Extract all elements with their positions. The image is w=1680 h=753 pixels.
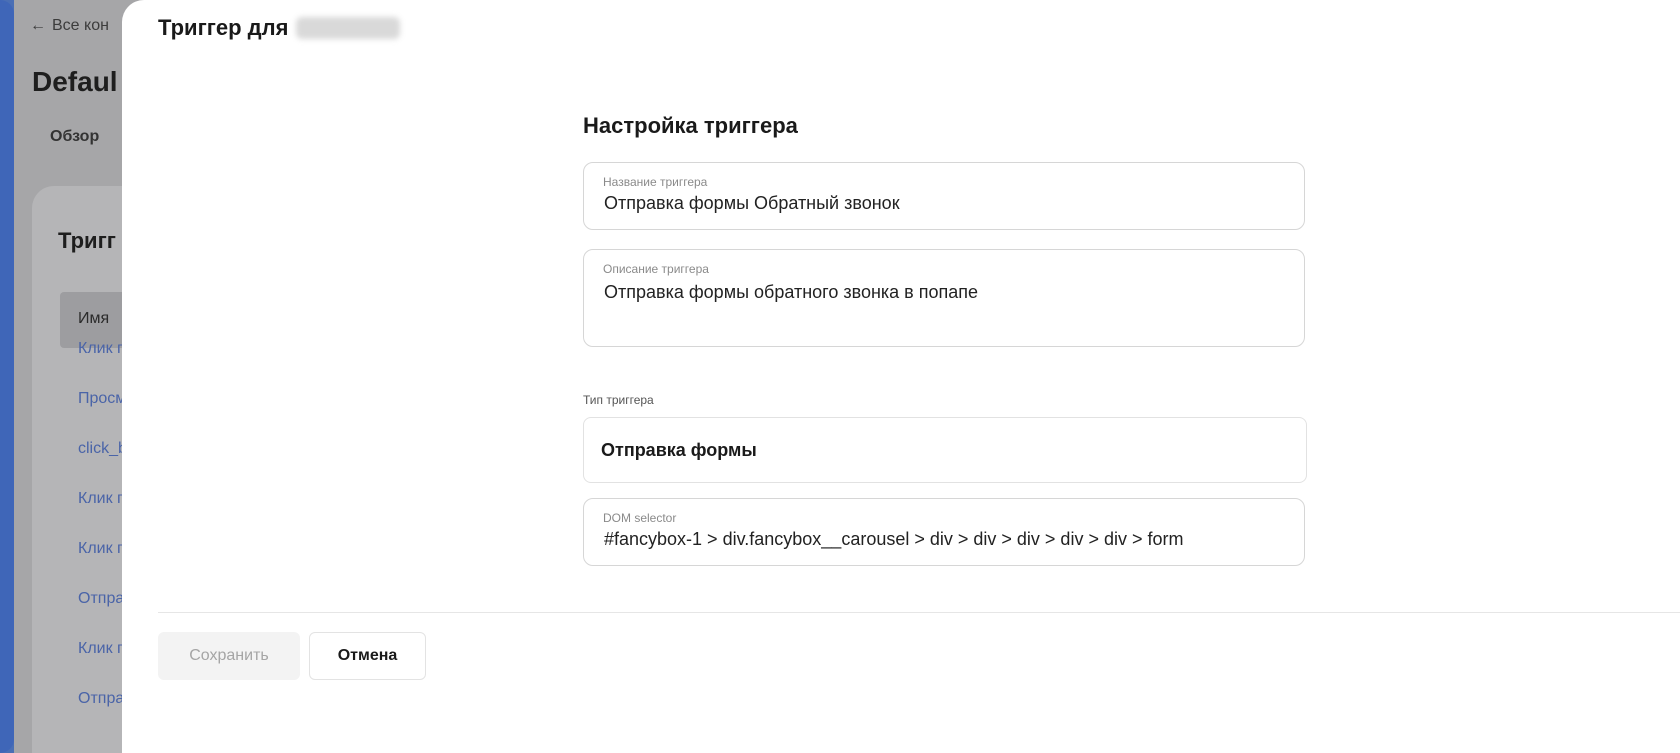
left-accent-strip — [0, 0, 14, 753]
table-row[interactable]: Отпра — [78, 590, 124, 608]
trigger-type-label: Тип триггера — [583, 393, 654, 407]
trigger-name-value[interactable]: Отправка формы Обратный звонок — [604, 193, 900, 214]
tab-overview[interactable]: Обзор — [50, 128, 99, 146]
trigger-name-label: Название триггера — [603, 175, 708, 189]
table-row[interactable]: click_b — [78, 440, 127, 458]
trigger-description-label: Описание триггера — [603, 262, 709, 276]
column-header-name: Имя — [78, 310, 110, 327]
triggers-card-title: Тригг — [58, 228, 116, 253]
table-row[interactable]: Клик п — [78, 640, 126, 658]
table-row[interactable]: Клик п — [78, 540, 126, 558]
back-arrow-icon: ← — [30, 17, 46, 34]
table-row[interactable]: Просм — [78, 390, 126, 408]
cancel-button[interactable]: Отмена — [309, 632, 426, 680]
back-link-label: Все кон — [52, 17, 109, 34]
dom-selector-value[interactable]: #fancybox-1 > div.fancybox__carousel > d… — [604, 529, 1183, 550]
redacted-site-name — [296, 17, 401, 39]
trigger-description-value[interactable]: Отправка формы обратного звонка в попапе — [604, 282, 978, 303]
trigger-description-field[interactable]: Описание триггера Отправка формы обратно… — [583, 249, 1305, 347]
trigger-modal: Триггер для Настройка триггера Название … — [122, 0, 1680, 753]
dom-selector-field[interactable]: DOM selector #fancybox-1 > div.fancybox_… — [583, 498, 1305, 566]
section-title: Настройка триггера — [583, 113, 798, 138]
table-row[interactable]: Клик п — [78, 490, 126, 508]
footer-divider — [158, 612, 1680, 613]
save-button[interactable]: Сохранить — [158, 632, 300, 680]
modal-title: Триггер для — [158, 15, 401, 41]
trigger-type-select[interactable]: Отправка формы — [583, 417, 1307, 483]
back-link[interactable]: ← Все кон — [30, 17, 109, 35]
trigger-name-field[interactable]: Название триггера Отправка формы Обратны… — [583, 162, 1305, 230]
table-row[interactable]: Клик п — [78, 340, 126, 358]
dom-selector-label: DOM selector — [603, 511, 677, 525]
modal-title-text: Триггер для — [158, 15, 289, 40]
page-title: Defaul — [32, 66, 118, 97]
trigger-type-value: Отправка формы — [601, 440, 757, 460]
table-row[interactable]: Отпра — [78, 690, 124, 708]
